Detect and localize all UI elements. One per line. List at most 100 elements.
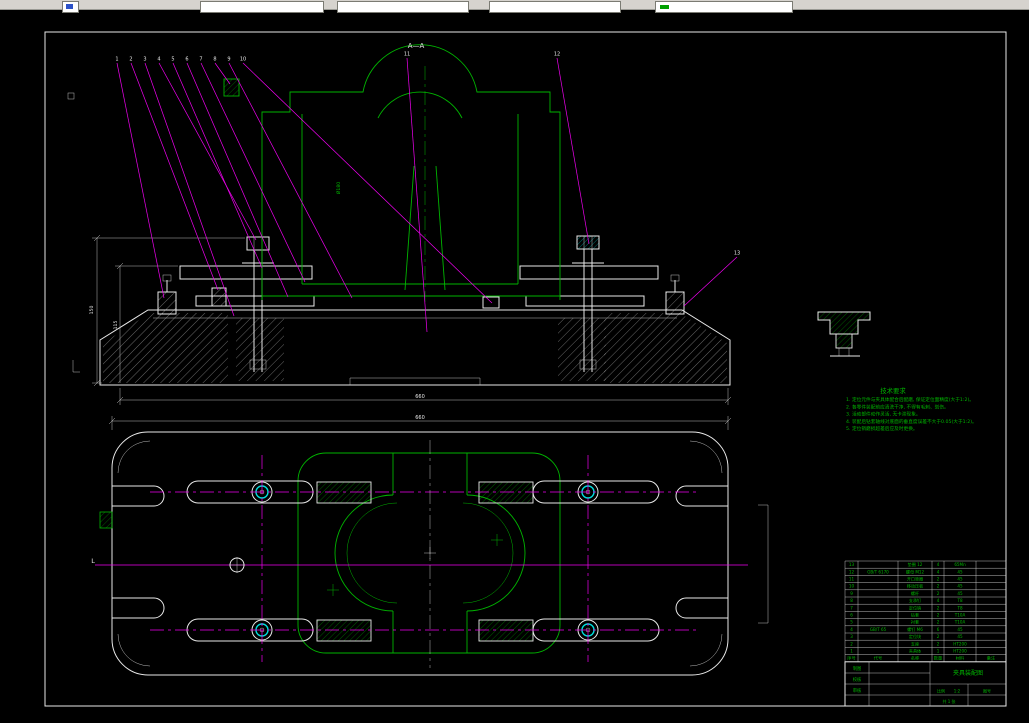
- svg-text:7: 7: [850, 605, 853, 610]
- svg-text:螺母 M12: 螺母 M12: [906, 568, 925, 574]
- dim-overall-width: 660: [415, 394, 425, 400]
- section-label: A—A: [408, 42, 425, 50]
- svg-text:12: 12: [554, 52, 560, 58]
- dim-bore: Ø180: [335, 182, 342, 194]
- linetype-combo[interactable]: [489, 1, 621, 13]
- svg-text:2: 2: [937, 577, 940, 582]
- svg-text:支座: 支座: [911, 640, 919, 646]
- svg-text:5: 5: [850, 620, 853, 625]
- svg-text:7: 7: [199, 57, 202, 63]
- drawing-canvas[interactable]: 660 660 150 115 Ø180 A—A: [0, 9, 1029, 723]
- edge-slots: [112, 486, 728, 618]
- svg-text:备注: 备注: [987, 655, 996, 662]
- left-green-mark: [100, 512, 112, 528]
- svg-text:1. 定位元件与夹具体配合后配磨, 保证定位面精度(大于1:: 1. 定位元件与夹具体配合后配磨, 保证定位面精度(大于1:2)。: [846, 396, 974, 403]
- color-combo[interactable]: [337, 1, 469, 13]
- svg-text:序号: 序号: [847, 655, 855, 662]
- svg-text:2: 2: [937, 634, 940, 639]
- svg-text:GB/T 6170: GB/T 6170: [867, 569, 889, 574]
- svg-text:3. 活动部件动作灵活, 无卡滞现象。: 3. 活动部件动作灵活, 无卡滞现象。: [846, 411, 921, 418]
- svg-text:数量: 数量: [934, 655, 942, 662]
- svg-text:材料: 材料: [956, 655, 965, 662]
- svg-text:6: 6: [937, 627, 940, 632]
- svg-text:HT200: HT200: [953, 641, 967, 646]
- dim-height-b: 115: [113, 321, 119, 330]
- layer-combo[interactable]: [200, 1, 324, 13]
- workpiece-front: [224, 45, 560, 302]
- svg-text:2: 2: [937, 591, 940, 596]
- svg-text:45: 45: [957, 634, 963, 639]
- svg-text:移动压板: 移动压板: [907, 583, 923, 589]
- detail-view: [818, 312, 870, 356]
- svg-text:11: 11: [404, 52, 410, 58]
- svg-text:2: 2: [937, 584, 940, 589]
- svg-text:1:2: 1:2: [954, 689, 961, 694]
- svg-text:65Mn: 65Mn: [954, 562, 966, 567]
- svg-text:5. 定位销磨损超差后应及时更换。: 5. 定位销磨损超差后应及时更换。: [846, 425, 918, 432]
- svg-text:共 1 张: 共 1 张: [942, 698, 955, 704]
- notes-title: 技术要求: [880, 386, 906, 395]
- fixture-base: [100, 310, 730, 385]
- svg-text:螺杆: 螺杆: [911, 590, 919, 596]
- svg-text:夹具体: 夹具体: [909, 648, 921, 654]
- svg-text:6: 6: [185, 57, 188, 63]
- svg-text:13: 13: [849, 562, 855, 567]
- svg-text:4. 装配后钻套轴线对底面的垂直度误差不大于0.05(大于1: 4. 装配后钻套轴线对底面的垂直度误差不大于0.05(大于1:2)。: [846, 418, 977, 425]
- svg-text:9: 9: [227, 57, 230, 63]
- svg-text:8: 8: [850, 598, 853, 603]
- svg-text:2: 2: [129, 57, 132, 63]
- svg-text:钻套: 钻套: [911, 612, 919, 618]
- svg-text:T8: T8: [956, 605, 963, 610]
- svg-text:T10A: T10A: [954, 620, 966, 625]
- svg-text:图号: 图号: [983, 688, 991, 694]
- svg-text:定位销: 定位销: [909, 604, 921, 610]
- svg-text:45: 45: [957, 591, 963, 596]
- stud-circles: [252, 482, 598, 640]
- svg-text:支承钉: 支承钉: [909, 597, 921, 603]
- svg-text:11: 11: [849, 577, 855, 582]
- svg-text:4: 4: [937, 598, 940, 603]
- dim-height-a: 150: [89, 306, 95, 315]
- svg-text:45: 45: [957, 577, 963, 582]
- svg-text:夹具装配图: 夹具装配图: [953, 669, 983, 677]
- svg-text:10: 10: [240, 57, 246, 63]
- svg-text:2: 2: [937, 605, 940, 610]
- svg-text:审核: 审核: [853, 687, 862, 694]
- svg-text:9: 9: [850, 591, 853, 596]
- svg-text:T10A: T10A: [954, 613, 966, 618]
- svg-text:4: 4: [157, 57, 160, 63]
- linetype-sample-icon: [660, 5, 669, 9]
- svg-text:2. 各零件装配前应清洗干净, 不得有毛刺、划伤。: 2. 各零件装配前应清洗干净, 不得有毛刺、划伤。: [846, 403, 949, 410]
- toolbar-strip: [0, 0, 1029, 10]
- layer-glyph-icon: [66, 4, 73, 9]
- svg-text:4: 4: [937, 562, 940, 567]
- side-supports: [158, 275, 684, 314]
- layers-icon[interactable]: [62, 1, 79, 13]
- svg-text:GB/T 65: GB/T 65: [870, 627, 887, 632]
- center-pin: [229, 547, 436, 573]
- lineweight-combo[interactable]: [655, 1, 793, 13]
- svg-text:1: 1: [937, 649, 940, 654]
- svg-text:1: 1: [115, 57, 118, 63]
- svg-text:4: 4: [937, 569, 940, 574]
- svg-text:2: 2: [937, 613, 940, 618]
- notes-lines: 1. 定位元件与夹具体配合后配磨, 保证定位面精度(大于1:2)。2. 各零件装…: [846, 396, 977, 432]
- balloon-leaders: 12345678910111213: [115, 52, 740, 333]
- svg-text:4: 4: [850, 627, 853, 632]
- svg-text:定位块: 定位块: [909, 633, 921, 639]
- svg-text:1: 1: [850, 649, 853, 654]
- svg-text:13: 13: [734, 251, 740, 257]
- svg-text:代号: 代号: [874, 655, 882, 662]
- svg-text:校核: 校核: [853, 676, 862, 683]
- svg-text:5: 5: [171, 57, 174, 63]
- technical-notes: 技术要求 1. 定位元件与夹具体配合后配磨, 保证定位面精度(大于1:2)。2.…: [846, 386, 977, 432]
- svg-text:45: 45: [957, 584, 963, 589]
- svg-text:制图: 制图: [853, 665, 862, 672]
- left-view-mark: L: [91, 557, 95, 565]
- svg-text:12: 12: [849, 569, 855, 574]
- centerlines: [95, 440, 748, 668]
- svg-text:45: 45: [957, 569, 963, 574]
- svg-text:开口垫圈: 开口垫圈: [907, 576, 923, 582]
- svg-text:8: 8: [213, 57, 216, 63]
- projection-bracket: [758, 505, 768, 623]
